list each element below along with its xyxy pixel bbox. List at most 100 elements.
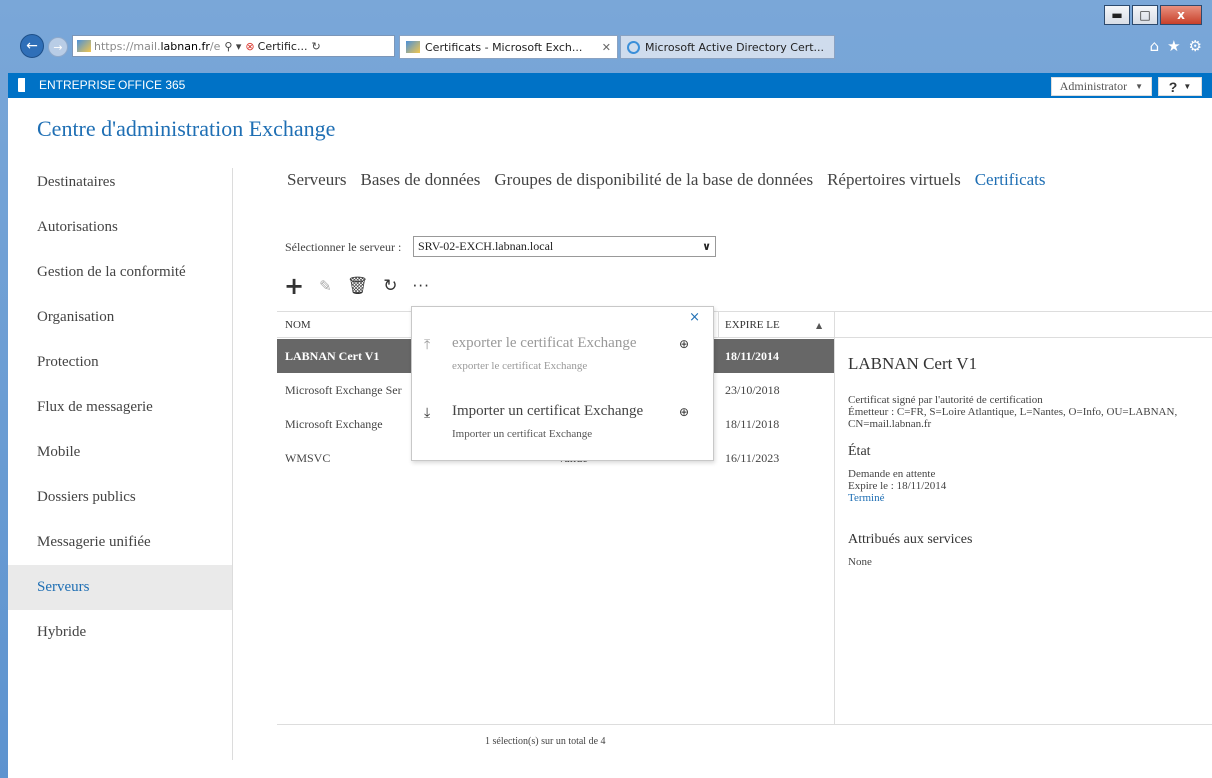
cell-expires: 23/10/2018 [725, 383, 780, 397]
help-menu[interactable]: ? ▼ [1158, 77, 1202, 96]
sidebar-item-protection[interactable]: Protection [8, 340, 232, 385]
action-toolbar: + ✎ 🗑 ↻ ··· [284, 274, 430, 298]
edit-icon[interactable]: ✎ [319, 276, 332, 296]
eac-page: Centre d'administration Exchange Destina… [8, 98, 1212, 778]
sidebar-item-serveurs[interactable]: Serveurs [8, 565, 232, 610]
sidebar-item-dossiers-publics[interactable]: Dossiers publics [8, 475, 232, 520]
settings-gear-icon[interactable]: ⚙ [1189, 37, 1202, 55]
tab-certificats[interactable]: Certificats - Microsoft Exch... ✕ [399, 35, 618, 59]
address-path: /e [209, 39, 221, 53]
close-icon[interactable]: × [689, 310, 700, 325]
column-separator [718, 312, 719, 338]
home-icon[interactable]: ⌂ [1150, 37, 1160, 55]
sidebar-item-hybride[interactable]: Hybride [8, 610, 232, 655]
help-icon: ? [1168, 78, 1178, 95]
upload-icon: ⤒ [424, 337, 431, 353]
details-state-heading: État [848, 444, 871, 459]
sidebar-item-flux[interactable]: Flux de messagerie [8, 385, 232, 430]
cell-expires: 16/11/2023 [725, 451, 780, 465]
browser-toolbar: ← → https://mail. labnan.fr /e ⚲ ▾ ⊗ Cer… [0, 33, 1212, 59]
cell-name: Microsoft Exchange [285, 417, 383, 431]
details-state-value: Demande en attente [848, 468, 936, 480]
cell-expires: 18/11/2014 [725, 349, 780, 363]
tab-serveurs[interactable]: Serveurs [287, 170, 346, 190]
details-services-value: None [848, 556, 872, 568]
tab-groupes-disponibilite[interactable]: Groupes de disponibilité de la base de d… [494, 170, 813, 190]
more-options-icon[interactable]: ··· [413, 276, 430, 296]
details-header-strip [834, 311, 1212, 338]
server-select-label: Sélectionner le serveur : [285, 240, 402, 254]
details-desc-issuer: Émetteur : C=FR, S=Loire Atlantique, L=N… [848, 406, 1178, 430]
menu-item-import[interactable]: ⤓ Importer un certificat Exchange Import… [412, 403, 715, 453]
tab-repertoires-virtuels[interactable]: Répertoires virtuels [827, 170, 961, 190]
details-services-heading: Attribués aux services [848, 532, 973, 547]
user-area: Administrator ▼ ? ▼ [1050, 77, 1202, 96]
user-name: Administrator [1059, 79, 1128, 93]
sidebar-divider [232, 168, 233, 760]
site-favicon-icon [77, 40, 91, 52]
cell-expires: 18/11/2018 [725, 417, 780, 431]
cell-name: WMSVC [285, 451, 331, 465]
tab-active-directory[interactable]: Microsoft Active Directory Cert... [620, 35, 835, 59]
browser-icons: ⌂ ★ ⚙ [1150, 37, 1202, 55]
column-header-expires[interactable]: EXPIRE LE [725, 319, 780, 331]
page-title: Centre d'administration Exchange [37, 116, 336, 141]
address-bar[interactable]: https://mail. labnan.fr /e ⚲ ▾ ⊗ Certifi… [72, 35, 395, 57]
sidebar-item-conformite[interactable]: Gestion de la conformité [8, 250, 232, 295]
menu-item-description: exporter le certificat Exchange [452, 360, 588, 372]
subnav: Serveurs Bases de données Groupes de dis… [287, 170, 1046, 190]
tab-certificats-current[interactable]: Certificats [975, 170, 1046, 190]
add-icon[interactable]: + [284, 274, 304, 298]
office365-link[interactable]: OFFICE 365 [118, 78, 185, 92]
close-tab-icon[interactable]: ✕ [602, 41, 611, 54]
menu-item-label: Importer un certificat Exchange [452, 403, 644, 419]
expand-plus-icon[interactable]: ⊕ [679, 405, 689, 419]
certificate-error-label: Certific... [257, 39, 308, 53]
window-controls: ▬ □ x [1104, 5, 1202, 25]
menu-item-label: exporter le certificat Exchange [452, 335, 637, 351]
chevron-down-icon: ▼ [1183, 82, 1192, 91]
selection-count: 1 sélection(s) sur un total de 4 [485, 736, 606, 747]
menu-item-export[interactable]: ⤒ exporter le certificat Exchange export… [412, 335, 715, 385]
more-options-menu: × ⤒ exporter le certificat Exchange expo… [411, 306, 714, 461]
details-desc-signed: Certificat signé par l'autorité de certi… [848, 394, 1043, 406]
tab-label: Microsoft Active Directory Cert... [645, 40, 825, 54]
user-menu[interactable]: Administrator ▼ [1050, 77, 1152, 96]
column-header-name[interactable]: NOM [285, 319, 311, 331]
exchange-favicon-icon [406, 41, 420, 53]
certificate-error-icon[interactable]: ⊗ [245, 40, 254, 53]
sidebar-item-mobile[interactable]: Mobile [8, 430, 232, 475]
refresh-icon[interactable]: ↻ [383, 276, 397, 296]
tab-label: Certificats - Microsoft Exch... [425, 40, 583, 54]
favorites-star-icon[interactable]: ★ [1167, 37, 1180, 55]
server-select[interactable]: SRV-02-EXCH.labnan.local ∨ [413, 236, 716, 257]
minimize-button[interactable]: ▬ [1104, 5, 1130, 25]
sort-ascending-icon: ▲ [816, 321, 823, 330]
sidebar-item-organisation[interactable]: Organisation [8, 295, 232, 340]
office-logo-icon[interactable] [18, 78, 29, 92]
maximize-button[interactable]: □ [1132, 5, 1158, 25]
refresh-page-icon[interactable]: ↻ [311, 40, 320, 53]
complete-request-link[interactable]: Terminé [848, 492, 1203, 504]
chevron-down-icon: ∨ [702, 240, 711, 253]
forward-arrow-icon[interactable]: → [48, 37, 68, 57]
address-host: labnan.fr [160, 39, 210, 53]
cell-name: LABNAN Cert V1 [285, 349, 380, 363]
download-icon: ⤓ [424, 405, 431, 421]
office365-bar: ENTREPRISE OFFICE 365 Administrator ▼ ? … [8, 73, 1212, 98]
sidebar-item-messagerie-unifiee[interactable]: Messagerie unifiée [8, 520, 232, 565]
server-select-value: SRV-02-EXCH.labnan.local [418, 239, 554, 253]
expand-plus-icon[interactable]: ⊕ [679, 337, 689, 351]
entreprise-link[interactable]: ENTREPRISE [39, 78, 116, 92]
sidebar-item-autorisations[interactable]: Autorisations [8, 205, 232, 250]
sidebar-item-destinataires[interactable]: Destinataires [8, 160, 232, 205]
back-arrow-icon[interactable]: ← [20, 34, 44, 58]
tab-bases-de-donnees[interactable]: Bases de données [360, 170, 480, 190]
close-window-button[interactable]: x [1160, 5, 1202, 25]
menu-item-description: Importer un certificat Exchange [452, 428, 593, 440]
search-icon[interactable]: ⚲ ▾ [224, 40, 241, 53]
delete-icon[interactable]: 🗑 [347, 276, 369, 296]
chevron-down-icon: ▼ [1135, 82, 1143, 91]
sidebar: Destinataires Autorisations Gestion de l… [8, 160, 232, 655]
details-divider [834, 311, 835, 725]
